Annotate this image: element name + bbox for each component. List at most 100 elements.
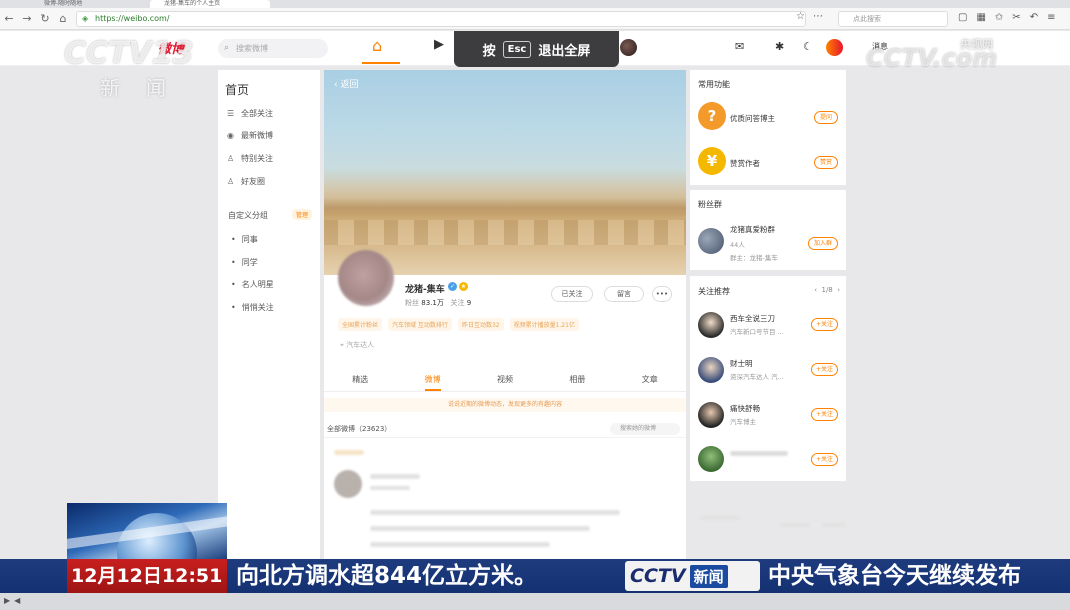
profile-tag[interactable]: 视频累计播放量1.21亿 <box>509 318 579 331</box>
fans-group-owner: 群主：龙猪-集车 <box>730 254 778 262</box>
browser-search-input[interactable]: 点此搜索 <box>838 11 948 27</box>
grid-icon[interactable]: ▦ <box>976 12 985 23</box>
post-text-blurred <box>370 526 590 531</box>
back-button[interactable]: ‹ 返回 <box>334 77 358 90</box>
tools-icon[interactable]: ✂ <box>1012 12 1020 23</box>
cctv-com-sub-watermark: 央视网 <box>960 38 993 51</box>
post-avatar[interactable] <box>334 470 362 498</box>
sidebar-group-item[interactable]: • 悄悄关注 <box>231 302 274 313</box>
profile-cover-image <box>324 70 686 275</box>
post-time-blurred <box>370 486 410 490</box>
news-ticker-text: 向北方调水超844亿立方米。 <box>236 563 538 589</box>
rec-desc: 汽车博主 <box>730 418 756 426</box>
video-icon[interactable]: ▶ <box>434 37 444 52</box>
rec-name[interactable]: 西车全说三刀 <box>730 313 775 324</box>
window-icon[interactable]: ▢ <box>958 12 967 23</box>
follow-count[interactable]: 9 <box>467 299 471 307</box>
volume-icon[interactable]: ◀ <box>14 596 20 605</box>
more-icon[interactable]: ⋯ <box>813 11 823 22</box>
tab-weibo[interactable]: 微博 <box>424 370 441 391</box>
fans-count[interactable]: 83.1万 <box>421 299 444 307</box>
tab-featured[interactable]: 精选 <box>352 370 368 391</box>
profile-search-input[interactable]: 搜索她的微博 <box>610 423 680 435</box>
rec-avatar[interactable] <box>698 357 724 383</box>
common-item[interactable]: ? <box>698 102 726 130</box>
forward-arrow-icon[interactable]: → <box>18 12 36 25</box>
fans-group-card: 粉丝群 龙猪真爱粉群 44人 群主：龙猪-集车 加入群 <box>690 190 846 270</box>
sidebar-group-item[interactable]: • 同事 <box>231 234 258 245</box>
news-logo-text: 新闻 <box>689 564 728 588</box>
play-icon[interactable]: ▶ <box>4 596 10 605</box>
reload-icon[interactable]: ↻ <box>36 12 54 25</box>
news-thumbnail <box>67 503 227 559</box>
browser-tab-active[interactable]: 龙猪-集车的个人主页 <box>150 0 270 8</box>
home-icon[interactable]: ⌂ <box>54 12 72 25</box>
location-text: 汽车达人 <box>346 341 375 349</box>
home-icon[interactable]: ⌂ <box>372 36 382 55</box>
screen: 微博-随时随地 龙猪-集车的个人主页 ← → ↻ ⌂ ◈ https://wei… <box>0 0 1070 610</box>
sidebar-title[interactable]: 首页 <box>225 81 249 98</box>
reward-button[interactable]: 赞赏 <box>813 156 838 169</box>
sidebar-item-all-follow[interactable]: ☰ 全部关注 <box>227 108 273 119</box>
sidebar-item-special[interactable]: ♙ 特别关注 <box>227 153 273 164</box>
follow-button[interactable]: +关注 <box>810 318 838 331</box>
fans-group-name[interactable]: 龙猪真爱粉群 <box>730 224 775 235</box>
shield-icon: ◈ <box>82 14 89 23</box>
fans-label: 粉丝 <box>405 299 419 307</box>
common-item[interactable]: ¥ <box>698 147 726 175</box>
settings-icon[interactable]: ✱ <box>775 40 784 53</box>
vip-icon: ★ <box>459 282 468 291</box>
sidebar-item-friends[interactable]: ♙ 好友圈 <box>227 176 265 187</box>
post-text-blurred <box>370 542 550 547</box>
address-bar[interactable]: ◈ https://weibo.com/ <box>76 11 806 27</box>
sidebar-item-label: 好友圈 <box>241 177 265 186</box>
more-button[interactable]: ••• <box>652 286 672 302</box>
join-group-button[interactable]: 加入群 <box>807 237 838 250</box>
rec-avatar[interactable] <box>698 312 724 338</box>
moon-icon[interactable]: ☾ <box>803 40 813 53</box>
undo-icon[interactable]: ↶ <box>1030 12 1038 23</box>
followed-button[interactable]: 已关注 <box>551 286 593 302</box>
browser-tab[interactable]: 微博-随时随地 <box>30 0 140 8</box>
rec-name[interactable]: 痛快舒畅 <box>730 403 760 414</box>
profile-tag[interactable]: 昨日互动数32 <box>457 318 504 331</box>
group-label: 悄悄关注 <box>241 303 274 312</box>
custom-group-title: 自定义分组 <box>228 211 268 220</box>
follow-button[interactable]: +关注 <box>810 408 838 421</box>
browser-toolbar: ← → ↻ ⌂ ◈ https://weibo.com/ ☆ ⋯ 点此搜索 ▢ … <box>0 8 1070 30</box>
profile-stats: 粉丝 83.1万 关注 9 <box>405 298 471 308</box>
menu-icon[interactable]: ≡ <box>1047 12 1055 23</box>
sidebar-item-latest[interactable]: ◉ 最新微博 <box>227 130 273 141</box>
sidebar-group-item[interactable]: • 名人明星 <box>231 279 274 290</box>
profile-avatar[interactable] <box>338 250 394 306</box>
rec-avatar[interactable] <box>698 402 724 428</box>
ask-button[interactable]: 提问 <box>813 111 838 124</box>
message-icon[interactable]: ✉ <box>735 40 744 53</box>
active-nav-indicator <box>362 62 400 64</box>
profile-tag[interactable]: 全国累计粉丝 <box>338 318 383 331</box>
tab-album[interactable]: 相册 <box>569 370 585 391</box>
avatar[interactable] <box>620 39 637 56</box>
back-arrow-icon[interactable]: ← <box>0 12 18 25</box>
toast-suffix: 退出全屏 <box>538 43 591 59</box>
rec-avatar[interactable] <box>698 446 724 472</box>
bookmark-star-icon[interactable]: ✩ <box>995 12 1003 23</box>
tab-video[interactable]: 视频 <box>497 370 513 391</box>
message-button[interactable]: 留言 <box>604 286 644 302</box>
weibo-search-input[interactable]: ⌕ 搜索微博 <box>218 39 328 58</box>
follow-button[interactable]: +关注 <box>810 453 838 466</box>
profile-tag[interactable]: 汽车领域 互动数排行 <box>388 318 452 331</box>
follow-button[interactable]: +关注 <box>810 363 838 376</box>
tab-article[interactable]: 文章 <box>642 370 658 391</box>
group-manage-button[interactable]: 管理 <box>292 209 313 220</box>
star-icon[interactable]: ☆ <box>796 11 805 22</box>
user-avatar[interactable] <box>826 39 843 56</box>
user-icon: ♙ <box>227 154 235 163</box>
question-icon: ? <box>698 102 726 130</box>
left-sidebar: 首页 ☰ 全部关注 ◉ 最新微博 ♙ 特别关注 ♙ 好友圈 自定义分组 管理 •… <box>218 70 320 560</box>
follow-label: 关注 <box>450 299 465 307</box>
profile-location: ⌖ 汽车达人 <box>340 341 375 349</box>
fans-group-avatar[interactable] <box>698 228 724 254</box>
rec-name[interactable]: 财士明 <box>730 358 753 369</box>
sidebar-group-item[interactable]: • 同学 <box>231 257 258 268</box>
